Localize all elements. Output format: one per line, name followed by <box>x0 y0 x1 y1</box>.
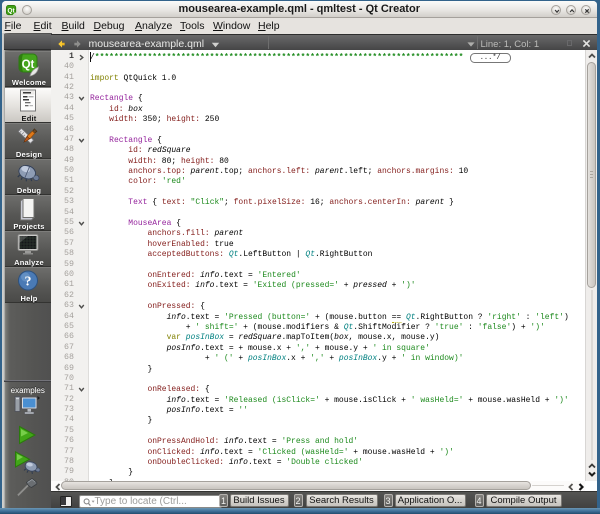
svg-text:Qt: Qt <box>22 59 35 71</box>
svg-text:?: ? <box>25 275 32 290</box>
